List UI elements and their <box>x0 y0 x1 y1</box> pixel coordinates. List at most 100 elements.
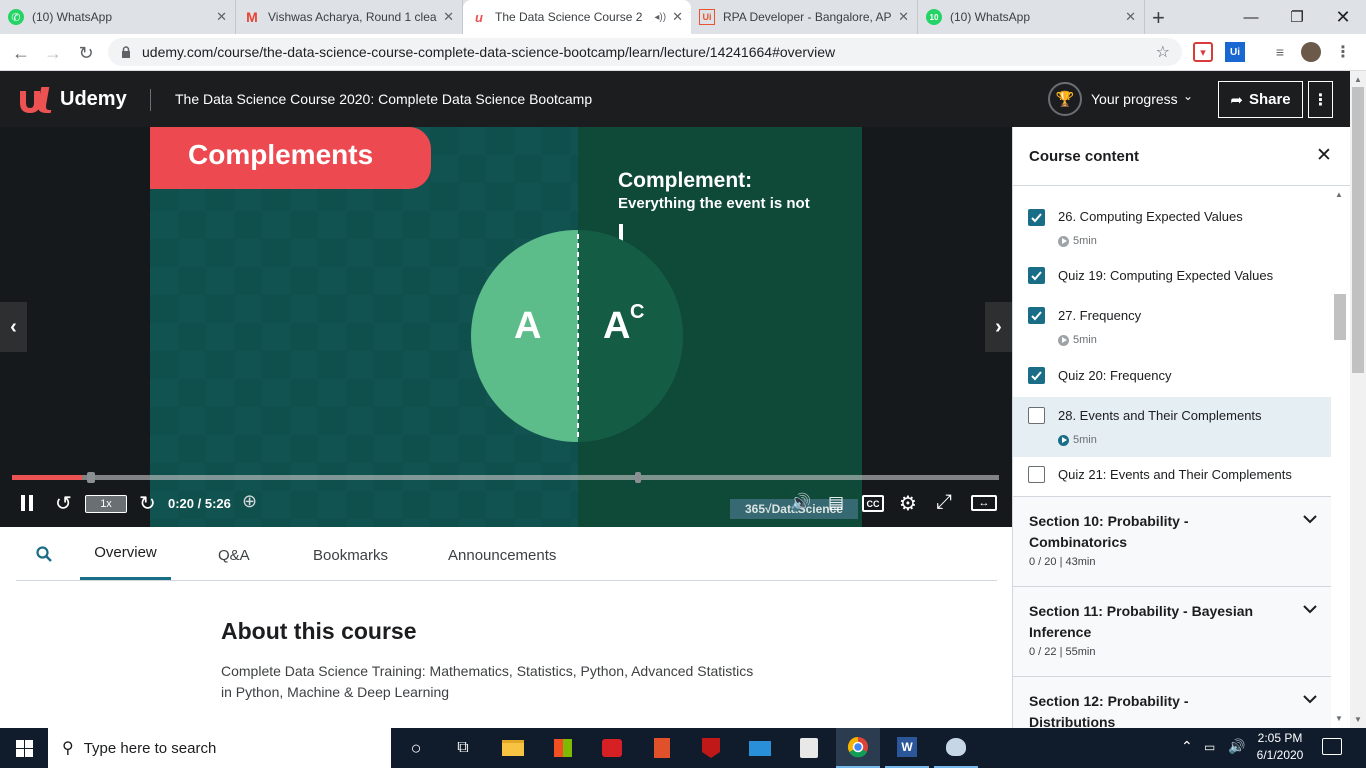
close-icon[interactable]: ✕ <box>443 9 454 25</box>
chrome-menu-icon[interactable]: ⋮ <box>1333 42 1353 62</box>
forward-icon[interactable]: ↻ <box>139 491 156 516</box>
trophy-icon[interactable]: 🏆 <box>1048 82 1082 116</box>
incomplete-checkbox[interactable] <box>1028 407 1045 424</box>
task-view-icon[interactable]: ⧉ <box>441 728 485 768</box>
tab-announcements[interactable]: Announcements <box>448 547 556 564</box>
course-title[interactable]: The Data Science Course 2020: Complete D… <box>175 91 592 107</box>
mcafee-icon[interactable] <box>689 728 733 768</box>
sidebar-scrollbar[interactable]: ▲ ▼ <box>1331 186 1350 728</box>
completed-checkbox[interactable] <box>1028 367 1045 384</box>
list-item[interactable]: 26. Computing Expected Values 5min <box>1013 199 1331 259</box>
media-control-icon[interactable]: ≡ <box>1270 42 1290 62</box>
taskbar-search-box[interactable]: ⚲ Type here to search <box>48 728 391 768</box>
volume-tray-icon[interactable]: 🔊 <box>1228 738 1245 755</box>
section-11-header[interactable]: Section 11: Probability - Bayesian Infere… <box>1013 586 1331 676</box>
media-app-icon[interactable] <box>590 728 634 768</box>
completed-checkbox[interactable] <box>1028 267 1045 284</box>
sidebar-scroll-thumb[interactable] <box>1334 294 1346 340</box>
fullscreen-icon[interactable]: ⤢ <box>936 491 952 514</box>
tab-whatsapp-1[interactable]: ✆ (10) WhatsApp ✕ <box>0 0 236 34</box>
list-item[interactable]: Quiz 19: Computing Expected Values <box>1013 259 1331 299</box>
window-close-button[interactable]: ✕ <box>1320 0 1366 34</box>
profile-avatar[interactable] <box>1301 42 1321 62</box>
section-10-header[interactable]: Section 10: Probability - Combinatorics 0… <box>1013 496 1331 586</box>
close-sidebar-icon[interactable]: ✕ <box>1316 144 1332 167</box>
chevron-down-icon[interactable]: ⌄ <box>1183 89 1193 103</box>
event-a-label: A <box>514 305 542 347</box>
expand-width-icon[interactable]: ↔ <box>971 495 997 511</box>
minimize-button[interactable]: — <box>1228 0 1274 34</box>
chevron-down-icon[interactable] <box>1303 691 1317 707</box>
tab-gmail[interactable]: M Vishwas Acharya, Round 1 clea ✕ <box>236 0 463 34</box>
list-item-current[interactable]: 28. Events and Their Complements 5min <box>1013 397 1331 457</box>
completed-checkbox[interactable] <box>1028 307 1045 324</box>
pause-icon[interactable] <box>20 495 34 511</box>
video-player[interactable]: Complements Complement: Everything the e… <box>0 127 1012 527</box>
file-explorer-icon[interactable] <box>491 728 535 768</box>
section-12-header[interactable]: Section 12: Probability - Distributions <box>1013 676 1331 728</box>
transcript-icon[interactable]: ▤ <box>828 493 844 513</box>
tab-uipath[interactable]: Ui RPA Developer - Bangalore, AP ✕ <box>691 0 918 34</box>
forward-button[interactable]: → <box>40 40 66 66</box>
tab-whatsapp-2[interactable]: 10 (10) WhatsApp ✕ <box>918 0 1145 34</box>
add-bookmark-icon[interactable]: ⊕ <box>242 491 257 512</box>
volume-icon[interactable]: 🔊 <box>790 493 811 513</box>
close-icon[interactable]: ✕ <box>216 9 227 25</box>
speaker-icon[interactable]: ◂)) <box>654 12 666 23</box>
certificate-app-icon[interactable] <box>787 728 831 768</box>
paint-icon[interactable] <box>934 728 978 768</box>
back-button[interactable]: ← <box>8 40 34 66</box>
new-tab-button[interactable]: + <box>1152 5 1165 31</box>
section-title: Section 11: Probability - Bayesian Infere… <box>1029 603 1254 640</box>
share-button[interactable]: ➦ Share <box>1218 81 1303 118</box>
restore-button[interactable]: ❐ <box>1274 0 1320 34</box>
bookmark-marker[interactable] <box>635 472 641 483</box>
rewind-icon[interactable]: ↺ <box>55 491 72 516</box>
progress-label[interactable]: Your progress <box>1091 91 1178 107</box>
pocket-extension-icon[interactable]: ▾ <box>1193 42 1213 62</box>
microsoft-store-icon[interactable] <box>541 728 585 768</box>
page-scrollbar[interactable]: ▲ ▼ <box>1350 71 1366 728</box>
uipath-extension-icon[interactable]: Ui <box>1225 42 1245 62</box>
tab-bookmarks[interactable]: Bookmarks <box>313 547 388 564</box>
battery-icon[interactable]: ▭ <box>1204 740 1215 754</box>
settings-gear-icon[interactable]: ⚙ <box>899 491 917 516</box>
clock[interactable]: 2:05 PM 6/1/2020 <box>1250 731 1310 762</box>
notification-center-icon[interactable] <box>1322 738 1342 755</box>
list-item[interactable]: Quiz 20: Frequency <box>1013 359 1331 397</box>
reload-button[interactable]: ↻ <box>73 40 99 66</box>
incomplete-checkbox[interactable] <box>1028 466 1045 483</box>
star-icon[interactable]: ☆ <box>1156 42 1170 62</box>
close-icon[interactable]: ✕ <box>1125 9 1136 25</box>
tab-qa[interactable]: Q&A <box>218 547 250 564</box>
udemy-logo[interactable]: Udemy <box>16 83 127 115</box>
cortana-icon[interactable]: ○ <box>394 728 438 768</box>
windows-start-icon[interactable] <box>2 728 46 768</box>
close-icon[interactable]: ✕ <box>898 9 909 25</box>
captions-button[interactable]: CC <box>862 495 884 512</box>
list-item[interactable]: 27. Frequency 5min <box>1013 299 1331 359</box>
chrome-taskbar-icon[interactable] <box>836 728 880 768</box>
mail-icon[interactable] <box>738 728 782 768</box>
address-bar[interactable]: udemy.com/course/the-data-science-course… <box>108 38 1182 66</box>
chevron-down-icon[interactable] <box>1303 511 1317 527</box>
word-icon[interactable]: W <box>885 728 929 768</box>
taskbar-search-placeholder: Type here to search <box>83 739 217 757</box>
tab-overview[interactable]: Overview <box>80 527 171 580</box>
search-icon[interactable] <box>36 546 52 567</box>
tray-chevron-icon[interactable]: ⌃ <box>1181 738 1193 755</box>
page-scroll-thumb[interactable] <box>1352 87 1364 373</box>
playback-speed-button[interactable]: 1x <box>85 495 127 513</box>
more-options-button[interactable]: ⋮ <box>1308 81 1333 118</box>
lecture-title: 27. Frequency <box>1058 308 1142 323</box>
tab-udemy[interactable]: u The Data Science Course 2 ◂)) ✕ <box>463 0 691 34</box>
next-lecture-button[interactable]: › <box>985 302 1012 352</box>
list-item[interactable]: Quiz 21: Events and Their Complements <box>1013 457 1331 495</box>
close-icon[interactable]: ✕ <box>672 9 683 25</box>
pdf-reader-icon[interactable] <box>640 728 684 768</box>
seek-bar[interactable] <box>12 472 999 483</box>
chevron-down-icon[interactable] <box>1303 601 1317 617</box>
seek-handle[interactable] <box>87 472 95 483</box>
previous-lecture-button[interactable]: ‹ <box>0 302 27 352</box>
completed-checkbox[interactable] <box>1028 209 1045 226</box>
